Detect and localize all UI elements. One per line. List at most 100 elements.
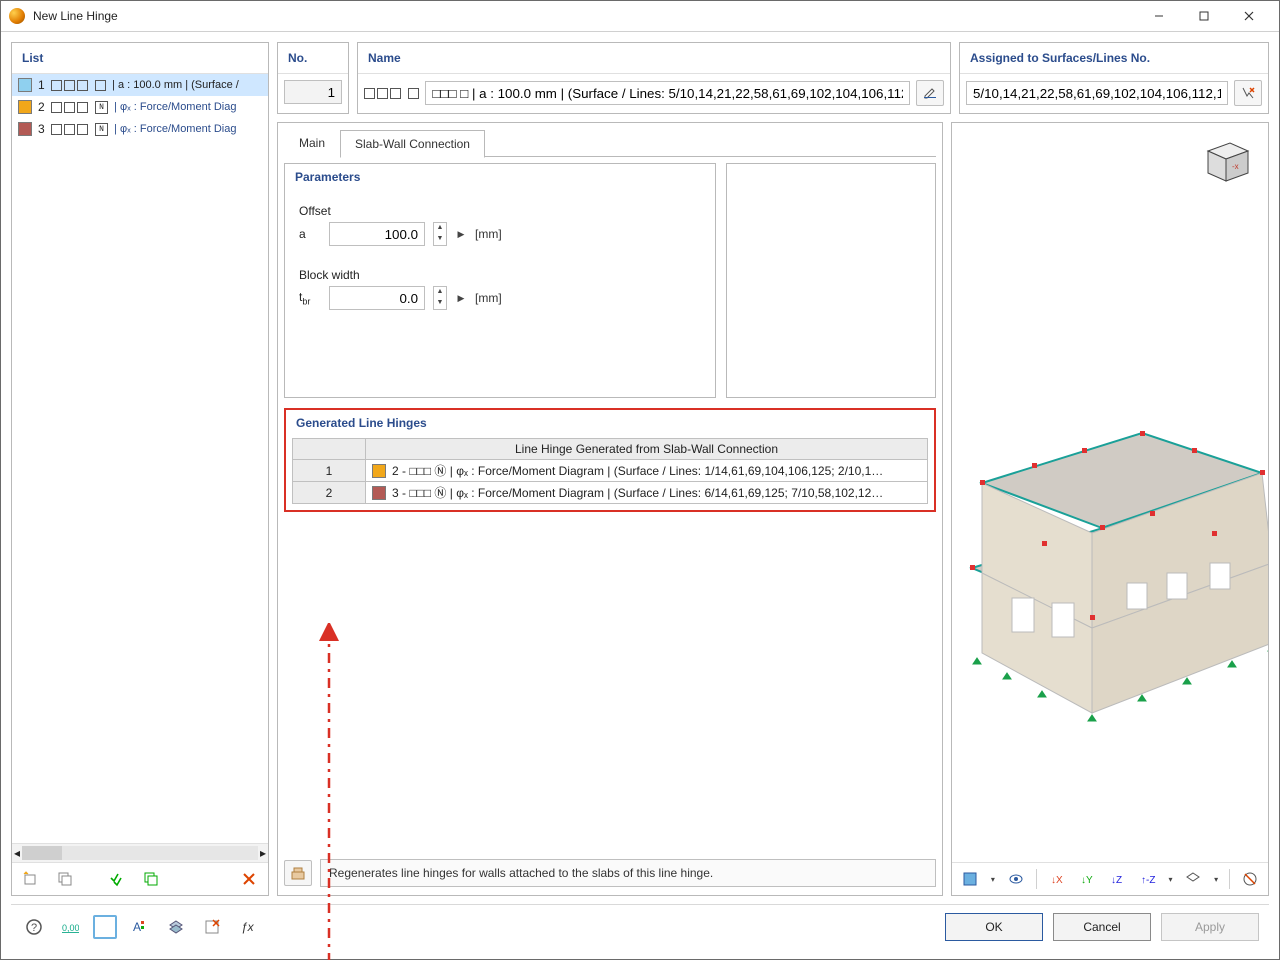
assigned-panel: Assigned to Surfaces/Lines No.	[959, 42, 1269, 114]
list-item-2[interactable]: 2 N | φₓ : Force/Moment Diag	[12, 96, 268, 118]
svg-text:A: A	[133, 920, 141, 934]
release-icons: N	[51, 122, 108, 136]
iso-dropdown[interactable]: ▾	[1211, 875, 1220, 884]
color-swatch	[18, 78, 32, 92]
list-toolbar	[12, 862, 268, 895]
list-panel: List 1 | a : 100.0 mm | (Surface / 2 N |…	[11, 42, 269, 896]
svg-text:↑-Z: ↑-Z	[1141, 875, 1155, 886]
edit-name-button[interactable]	[916, 80, 944, 106]
new-item-button[interactable]	[18, 866, 44, 892]
clear-button[interactable]	[199, 914, 225, 940]
display-mode-button[interactable]	[958, 866, 982, 892]
offset-spinner[interactable]: ▲▼	[433, 222, 447, 246]
display-mode-dropdown[interactable]: ▾	[988, 875, 997, 884]
help-button[interactable]: ?	[21, 914, 47, 940]
color-button[interactable]	[93, 915, 117, 939]
preview-mini-panel	[726, 163, 936, 398]
name-icons	[364, 86, 419, 100]
svg-text:?: ?	[31, 922, 37, 934]
name-header: Name	[358, 43, 950, 74]
pick-in-view-button[interactable]	[1234, 80, 1262, 106]
center-column: No. Name Assigned to Surfaces/Lines No.	[277, 42, 1269, 896]
viewport-panel: -x	[951, 122, 1269, 896]
reset-view-button[interactable]	[1238, 866, 1262, 892]
no-panel: No.	[277, 42, 349, 114]
list-body: 1 | a : 100.0 mm | (Surface / 2 N | φₓ :…	[12, 74, 268, 843]
generated-hinges-panel: Generated Line Hinges Line Hinge Generat…	[284, 408, 936, 512]
list-item-3[interactable]: 3 N | φₓ : Force/Moment Diag	[12, 118, 268, 140]
offset-unit: [mm]	[475, 227, 502, 241]
view-x-button[interactable]: ↓X	[1045, 866, 1069, 892]
model-render: x y z	[952, 123, 1268, 862]
tab-main[interactable]: Main	[284, 129, 340, 157]
offset-input[interactable]	[329, 222, 425, 246]
svg-text:↓X: ↓X	[1051, 875, 1063, 886]
dialog-window: New Line Hinge List 1 | a : 100.0 mm | (…	[0, 0, 1280, 960]
window-title: New Line Hinge	[33, 9, 118, 23]
regen-description: Regenerates line hinges for walls attach…	[320, 859, 936, 887]
viewport-toolbar: ▾ ↓X ↓Y ↓Z ↑-Z ▾ ▾	[952, 862, 1268, 895]
regenerate-button[interactable]	[284, 860, 312, 886]
list-item-1[interactable]: 1 | a : 100.0 mm | (Surface /	[12, 74, 268, 96]
offset-menu-button[interactable]: ▶	[455, 223, 467, 245]
list-h-scrollbar[interactable]: ◂ ▸	[12, 843, 268, 862]
color-swatch	[18, 122, 32, 136]
tabs-panel: Main Slab-Wall Connection Parameters Off…	[277, 122, 943, 896]
close-button[interactable]	[1226, 2, 1271, 30]
view-y-button[interactable]: ↓Y	[1075, 866, 1099, 892]
cancel-button[interactable]: Cancel	[1053, 913, 1151, 941]
block-width-symbol: tbr	[299, 290, 321, 306]
tab-body: Parameters Offset a ▲▼ ▶ [mm]	[284, 163, 936, 889]
uncheck-all-button[interactable]	[138, 866, 164, 892]
scroll-right-icon[interactable]: ▸	[260, 846, 266, 860]
layers-button[interactable]	[163, 914, 189, 940]
generated-row-2[interactable]: 2 3 - □□□ Ⓝ | φₓ : Force/Moment Diagram …	[293, 482, 928, 504]
apply-button[interactable]: Apply	[1161, 913, 1259, 941]
model-viewport[interactable]: -x	[952, 123, 1268, 862]
svg-text:ƒx: ƒx	[241, 920, 255, 934]
svg-text:↓Z: ↓Z	[1111, 875, 1122, 886]
function-button[interactable]: ƒx	[235, 914, 261, 940]
name-input[interactable]	[425, 81, 910, 105]
iso-view-button[interactable]	[1181, 866, 1205, 892]
block-width-input[interactable]	[329, 286, 425, 310]
release-icons: N	[51, 100, 108, 114]
view-neg-z-button[interactable]: ↑-Z	[1136, 866, 1160, 892]
parameters-header: Parameters	[285, 164, 715, 190]
visibility-button[interactable]	[1004, 866, 1028, 892]
block-width-menu-button[interactable]: ▶	[455, 287, 467, 309]
block-width-unit: [mm]	[475, 291, 502, 305]
header-row: No. Name Assigned to Surfaces/Lines No.	[277, 42, 1269, 114]
scroll-left-icon[interactable]: ◂	[14, 846, 20, 860]
ok-button[interactable]: OK	[945, 913, 1043, 941]
delete-button[interactable]	[236, 866, 262, 892]
view-dropdown[interactable]: ▾	[1166, 875, 1175, 884]
upper-area: List 1 | a : 100.0 mm | (Surface / 2 N |…	[11, 42, 1269, 896]
no-header: No.	[278, 43, 348, 74]
block-width-label: Block width	[299, 268, 701, 282]
tab-strip: Main Slab-Wall Connection	[284, 129, 936, 157]
regen-bar: Regenerates line hinges for walls attach…	[284, 857, 936, 889]
release-icons	[51, 78, 106, 92]
assigned-input[interactable]	[966, 81, 1228, 105]
app-icon	[9, 8, 25, 24]
copy-item-button[interactable]	[52, 866, 78, 892]
generated-col-header: Line Hinge Generated from Slab-Wall Conn…	[366, 439, 928, 460]
tab-slab-wall[interactable]: Slab-Wall Connection	[340, 130, 485, 158]
no-input[interactable]	[284, 80, 342, 104]
block-width-spinner[interactable]: ▲▼	[433, 286, 447, 310]
color-swatch	[372, 464, 386, 478]
name-panel: Name	[357, 42, 951, 114]
offset-label: Offset	[299, 204, 701, 218]
minimize-button[interactable]	[1136, 2, 1181, 30]
offset-row: a ▲▼ ▶ [mm]	[299, 222, 701, 246]
units-button[interactable]: 0,00	[57, 914, 83, 940]
generated-row-1[interactable]: 1 2 - □□□ Ⓝ | φₓ : Force/Moment Diagram …	[293, 460, 928, 482]
text-style-button[interactable]: A	[127, 914, 153, 940]
check-all-button[interactable]	[104, 866, 130, 892]
parameters-panel: Parameters Offset a ▲▼ ▶ [mm]	[284, 163, 716, 398]
title-bar: New Line Hinge	[1, 1, 1279, 32]
offset-symbol: a	[299, 227, 321, 241]
view-z-button[interactable]: ↓Z	[1105, 866, 1129, 892]
maximize-button[interactable]	[1181, 2, 1226, 30]
